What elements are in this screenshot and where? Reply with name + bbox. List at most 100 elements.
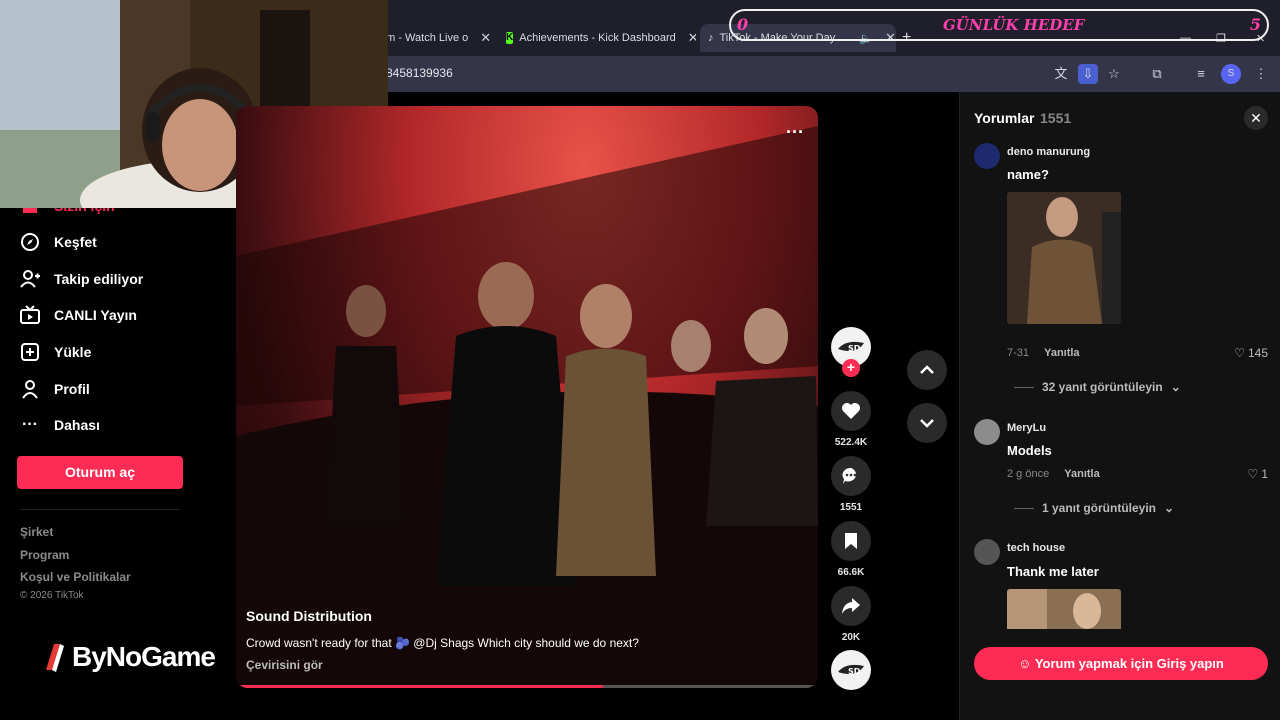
- profile-avatar[interactable]: S: [1221, 64, 1241, 84]
- tab-kick-live[interactable]: am - Watch Live o ✕: [380, 24, 492, 52]
- kick-logo-icon: K: [506, 32, 514, 44]
- save-count: 66.6K: [837, 567, 865, 578]
- comment-like[interactable]: ♡ 1: [1248, 467, 1268, 481]
- reply-button[interactable]: Yanıtla: [1064, 468, 1099, 480]
- comment-date: 7-31: [1007, 347, 1030, 359]
- video-progress-bar[interactable]: [236, 685, 818, 688]
- view-replies-button[interactable]: 32 yanıt görüntüleyin ⌄: [1014, 380, 1181, 394]
- view-replies-label: 1 yanıt görüntüleyin: [1042, 501, 1157, 515]
- comment-text: Models: [1007, 443, 1052, 458]
- video-author[interactable]: Sound Distribution: [246, 608, 372, 624]
- live-tv-icon: [20, 305, 40, 325]
- video-player[interactable]: ··· Sound Distribution Crowd wasn't read…: [236, 106, 818, 688]
- sidebar-item-label: Yükle: [54, 344, 92, 360]
- divider: [20, 509, 180, 510]
- install-app-icon[interactable]: ⇩: [1078, 64, 1098, 84]
- user-follow-icon: [20, 269, 40, 289]
- reply-button[interactable]: Yanıtla: [1044, 347, 1079, 359]
- footer-link-program[interactable]: Program: [20, 548, 69, 562]
- sidebar-item-more[interactable]: ··· Dahası: [20, 415, 100, 435]
- translate-icon[interactable]: 文: [1051, 64, 1071, 84]
- comments-panel: Yorumlar 1551 ✕ deno manurung name? 7-31…: [959, 92, 1280, 720]
- sidebar-item-following[interactable]: Takip ediliyor: [20, 269, 143, 289]
- video-caption: Crowd wasn't ready for that 🫐 @Dj Shags …: [246, 636, 639, 650]
- comment-text: name?: [1007, 167, 1049, 182]
- next-video-button[interactable]: [907, 403, 947, 443]
- close-icon: ✕: [1250, 110, 1262, 126]
- sidebar-item-label: Takip ediliyor: [54, 271, 144, 287]
- svg-text:SD: SD: [848, 344, 861, 353]
- comment-username[interactable]: tech house: [1007, 542, 1065, 554]
- heart-outline-icon: ♡: [1247, 467, 1259, 481]
- heart-outline-icon: ♡: [1234, 346, 1245, 360]
- comment-image[interactable]: [1007, 192, 1121, 324]
- chevron-down-icon: ⌄: [1164, 501, 1175, 515]
- save-button[interactable]: [831, 521, 871, 561]
- chevron-down-icon: [920, 419, 934, 428]
- comment-text: Thank me later: [1007, 564, 1099, 579]
- comment-like[interactable]: ♡ 145: [1234, 346, 1268, 360]
- logo-text: ByNoGame: [72, 641, 216, 672]
- sidebar-item-label: Dahası: [54, 417, 100, 433]
- more-options-icon[interactable]: ···: [786, 122, 804, 143]
- footer-link-company[interactable]: Şirket: [20, 525, 53, 539]
- share-count: 20K: [841, 632, 861, 643]
- like-button[interactable]: [831, 391, 871, 431]
- music-disc-icon: SD: [838, 664, 864, 676]
- comment-like-count: 145: [1247, 346, 1268, 360]
- sidebar-item-explore[interactable]: Keşfet: [20, 232, 97, 252]
- follow-plus-icon[interactable]: +: [842, 359, 860, 377]
- divider: [1014, 386, 1034, 388]
- close-icon[interactable]: ✕: [688, 30, 696, 46]
- share-button[interactable]: [831, 586, 871, 626]
- comment-count: 1551: [839, 502, 863, 513]
- menu-dots-icon[interactable]: ⋮: [1251, 64, 1271, 84]
- comment-like-count: 1: [1261, 467, 1268, 481]
- user-icon: [20, 379, 40, 399]
- comments-count: 1551: [1040, 110, 1072, 126]
- sidebar-item-upload[interactable]: Yükle: [20, 342, 91, 362]
- emoji-icon: ☺: [1018, 656, 1032, 671]
- address-bar[interactable]: 8458139936: [386, 66, 453, 80]
- sidebar-item-label: Keşfet: [54, 234, 97, 250]
- daily-goal-overlay: 0 GÜNLÜK HEDEF 5: [729, 9, 1269, 41]
- avatar[interactable]: [974, 419, 1000, 445]
- comment-image-content: [1007, 192, 1121, 324]
- footer-link-terms[interactable]: Koşul ve Politikalar: [20, 570, 131, 584]
- login-button[interactable]: Oturum aç: [17, 456, 183, 489]
- compass-icon: [20, 232, 40, 252]
- comment-image[interactable]: [1007, 589, 1121, 629]
- avatar[interactable]: [974, 143, 1000, 169]
- comment-username[interactable]: MeryLu: [1007, 422, 1046, 434]
- star-icon[interactable]: ☆: [1104, 64, 1124, 84]
- view-replies-button[interactable]: 1 yanıt görüntüleyin ⌄: [1014, 501, 1174, 515]
- comment-bubble-icon: [842, 467, 857, 484]
- close-icon[interactable]: ✕: [480, 30, 491, 46]
- upload-icon: [20, 342, 40, 362]
- view-replies-label: 32 yanıt görüntüleyin: [1042, 380, 1163, 394]
- comment-meta: 2 g önce Yanıtla: [1007, 468, 1100, 480]
- comment-image-content: [1007, 589, 1121, 629]
- see-translation-link[interactable]: Çevirisini gör: [246, 658, 323, 672]
- svg-text:SD: SD: [848, 667, 861, 676]
- comment-username[interactable]: deno manurung: [1007, 146, 1090, 158]
- extensions-icon[interactable]: ⧉: [1147, 64, 1167, 84]
- goal-title: GÜNLÜK HEDEF: [943, 16, 1085, 34]
- sound-disc[interactable]: SD: [831, 650, 871, 690]
- previous-video-button[interactable]: [907, 350, 947, 390]
- comment-meta: 7-31 Yanıtla: [1007, 347, 1080, 359]
- comment-login-button[interactable]: ☺ Yorum yapmak için Giriş yapın: [974, 647, 1268, 680]
- sound-distribution-logo-icon: SD: [838, 341, 864, 353]
- close-comments-button[interactable]: ✕: [1244, 106, 1268, 130]
- sidebar-item-live[interactable]: CANLI Yayın: [20, 305, 137, 325]
- avatar[interactable]: [974, 539, 1000, 565]
- tab-title: am - Watch Live o: [380, 32, 469, 44]
- comments-title: Yorumlar: [974, 110, 1035, 126]
- copyright-text: © 2026 TikTok: [20, 590, 84, 601]
- tab-kick-dashboard[interactable]: K Achievements - Kick Dashboard ✕: [506, 24, 696, 52]
- video-frame-image: [236, 126, 818, 688]
- comment-button[interactable]: [831, 456, 871, 496]
- sidebar-item-profile[interactable]: Profil: [20, 379, 90, 399]
- more-dots-icon: ···: [22, 416, 38, 433]
- media-control-icon[interactable]: ≡: [1191, 64, 1211, 84]
